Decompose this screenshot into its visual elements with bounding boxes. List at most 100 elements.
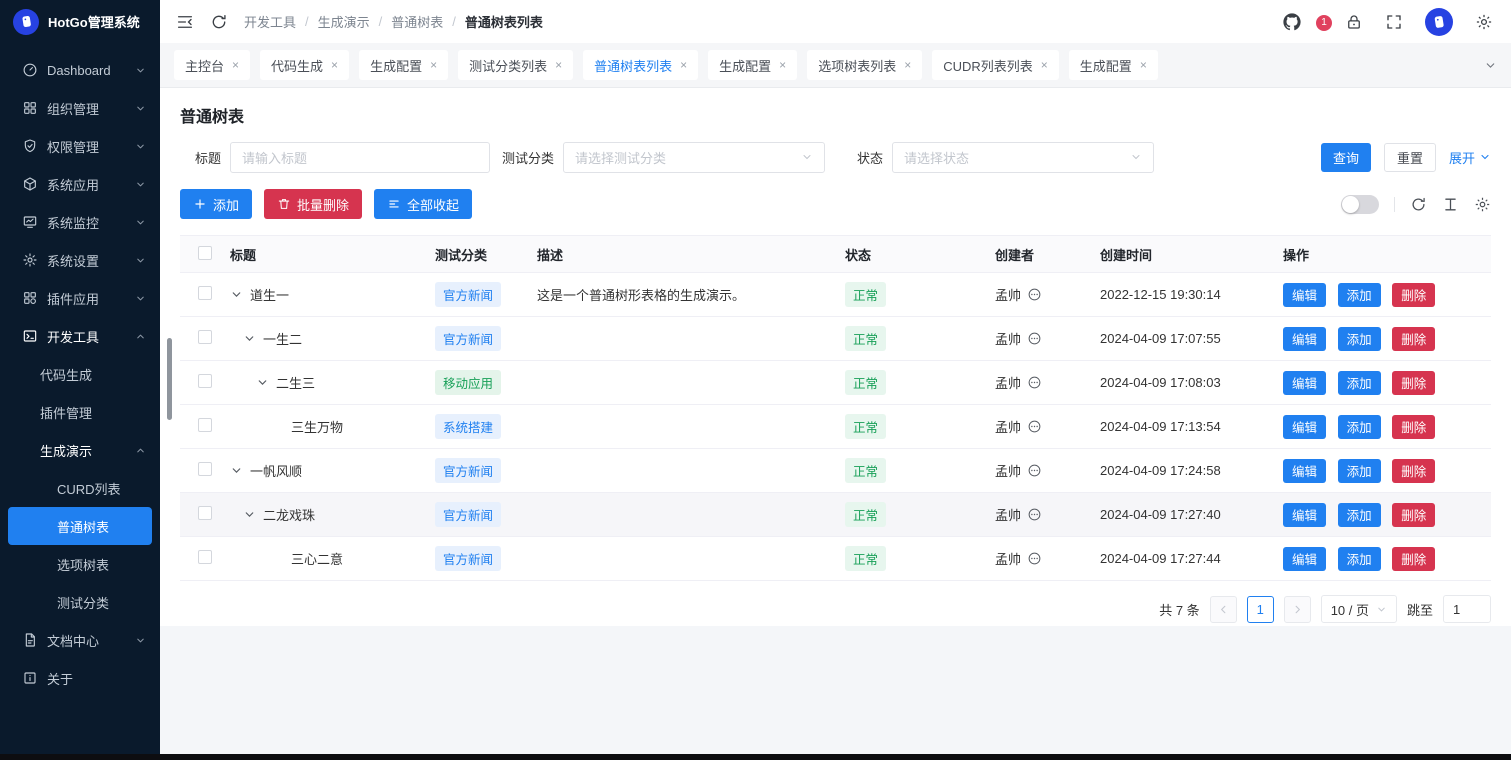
creator-info-icon[interactable] xyxy=(1027,507,1042,522)
sidebar-item-关于[interactable]: 关于 xyxy=(0,659,160,697)
menu-collapse-icon[interactable] xyxy=(176,13,194,31)
sidebar-item-测试分类[interactable]: 测试分类 xyxy=(0,583,160,621)
sidebar-item-Dashboard[interactable]: Dashboard xyxy=(0,51,160,89)
expand-chevron-icon[interactable] xyxy=(230,288,243,301)
column-settings-gear-icon[interactable] xyxy=(1474,196,1491,213)
category-filter-select[interactable]: 请选择测试分类 xyxy=(563,142,825,173)
user-avatar[interactable] xyxy=(1425,8,1453,36)
creator-info-icon[interactable] xyxy=(1027,331,1042,346)
expand-chevron-icon[interactable] xyxy=(243,508,256,521)
breadcrumb-item[interactable]: 普通树表 xyxy=(391,12,443,31)
row-checkbox[interactable] xyxy=(198,462,212,476)
fullscreen-icon[interactable] xyxy=(1385,13,1403,31)
expand-chevron-icon[interactable] xyxy=(243,332,256,345)
tab-close-icon[interactable]: × xyxy=(1041,58,1048,72)
row-add-button[interactable]: 添加 xyxy=(1338,547,1381,571)
delete-button[interactable]: 删除 xyxy=(1392,503,1435,527)
tab-close-icon[interactable]: × xyxy=(680,58,687,72)
row-add-button[interactable]: 添加 xyxy=(1338,459,1381,483)
creator-info-icon[interactable] xyxy=(1027,287,1042,302)
tab-生成配置[interactable]: 生成配置 × xyxy=(1069,50,1158,80)
row-add-button[interactable]: 添加 xyxy=(1338,503,1381,527)
row-checkbox[interactable] xyxy=(198,374,212,388)
tab-close-icon[interactable]: × xyxy=(331,58,338,72)
creator-info-icon[interactable] xyxy=(1027,375,1042,390)
delete-button[interactable]: 删除 xyxy=(1392,371,1435,395)
sidebar-item-系统应用[interactable]: 系统应用 xyxy=(0,165,160,203)
row-add-button[interactable]: 添加 xyxy=(1338,327,1381,351)
collapse-all-button[interactable]: 全部收起 xyxy=(374,189,472,219)
row-checkbox[interactable] xyxy=(198,550,212,564)
expand-chevron-icon[interactable] xyxy=(256,376,269,389)
edit-button[interactable]: 编辑 xyxy=(1283,371,1326,395)
category-tag[interactable]: 官方新闻 xyxy=(435,546,501,571)
tab-生成配置[interactable]: 生成配置 × xyxy=(708,50,797,80)
tabbar-chevron-down-icon[interactable] xyxy=(1484,59,1497,72)
reset-button[interactable]: 重置 xyxy=(1384,143,1436,172)
settings-gear-icon[interactable] xyxy=(1475,13,1493,31)
edit-button[interactable]: 编辑 xyxy=(1283,459,1326,483)
creator-info-icon[interactable] xyxy=(1027,463,1042,478)
breadcrumb-item[interactable]: 生成演示 xyxy=(318,12,370,31)
sidebar-item-文档中心[interactable]: 文档中心 xyxy=(0,621,160,659)
sidebar-item-CURD列表[interactable]: CURD列表 xyxy=(0,469,160,507)
breadcrumb-item[interactable]: 开发工具 xyxy=(244,12,296,31)
tab-生成配置[interactable]: 生成配置 × xyxy=(359,50,448,80)
reload-icon[interactable] xyxy=(210,13,228,31)
category-tag[interactable]: 官方新闻 xyxy=(435,458,501,483)
category-tag[interactable]: 系统搭建 xyxy=(435,414,501,439)
striped-toggle[interactable] xyxy=(1341,195,1379,214)
category-tag[interactable]: 移动应用 xyxy=(435,370,501,395)
lock-icon[interactable] xyxy=(1345,13,1363,31)
creator-info-icon[interactable] xyxy=(1027,551,1042,566)
tab-测试分类列表[interactable]: 测试分类列表 × xyxy=(458,50,573,80)
tab-普通树表列表[interactable]: 普通树表列表 × xyxy=(583,50,698,80)
page-number-button[interactable]: 1 xyxy=(1247,596,1274,623)
row-checkbox[interactable] xyxy=(198,418,212,432)
row-checkbox[interactable] xyxy=(198,506,212,520)
tab-close-icon[interactable]: × xyxy=(430,58,437,72)
sidebar-item-普通树表[interactable]: 普通树表 xyxy=(8,507,152,545)
batch-delete-button[interactable]: 批量删除 xyxy=(264,189,362,219)
sidebar-item-组织管理[interactable]: 组织管理 xyxy=(0,89,160,127)
next-page-button[interactable] xyxy=(1284,596,1311,623)
status-filter-select[interactable]: 请选择状态 xyxy=(892,142,1154,173)
sidebar-item-插件管理[interactable]: 插件管理 xyxy=(0,393,160,431)
delete-button[interactable]: 删除 xyxy=(1392,283,1435,307)
tab-选项树表列表[interactable]: 选项树表列表 × xyxy=(807,50,922,80)
sidebar-item-系统设置[interactable]: 系统设置 xyxy=(0,241,160,279)
jump-to-page-input[interactable]: 1 xyxy=(1443,595,1491,623)
add-button[interactable]: 添加 xyxy=(180,189,252,219)
edit-button[interactable]: 编辑 xyxy=(1283,503,1326,527)
tab-close-icon[interactable]: × xyxy=(232,58,239,72)
category-tag[interactable]: 官方新闻 xyxy=(435,326,501,351)
edit-button[interactable]: 编辑 xyxy=(1283,327,1326,351)
edit-button[interactable]: 编辑 xyxy=(1283,283,1326,307)
github-icon[interactable] xyxy=(1283,13,1301,31)
row-add-button[interactable]: 添加 xyxy=(1338,415,1381,439)
tab-close-icon[interactable]: × xyxy=(779,58,786,72)
row-density-icon[interactable] xyxy=(1442,196,1459,213)
row-checkbox[interactable] xyxy=(198,286,212,300)
tab-代码生成[interactable]: 代码生成 × xyxy=(260,50,349,80)
sidebar-item-系统监控[interactable]: 系统监控 xyxy=(0,203,160,241)
delete-button[interactable]: 删除 xyxy=(1392,547,1435,571)
row-add-button[interactable]: 添加 xyxy=(1338,371,1381,395)
sidebar-item-选项树表[interactable]: 选项树表 xyxy=(0,545,160,583)
prev-page-button[interactable] xyxy=(1210,596,1237,623)
tab-close-icon[interactable]: × xyxy=(1140,58,1147,72)
select-all-checkbox[interactable] xyxy=(198,246,212,260)
sidebar-item-开发工具[interactable]: 开发工具 xyxy=(0,317,160,355)
delete-button[interactable]: 删除 xyxy=(1392,327,1435,351)
title-filter-input[interactable]: 请输入标题 xyxy=(230,142,490,173)
sidebar-item-权限管理[interactable]: 权限管理 xyxy=(0,127,160,165)
app-logo[interactable]: HotGo管理系统 xyxy=(0,0,160,43)
expand-chevron-icon[interactable] xyxy=(230,464,243,477)
tab-close-icon[interactable]: × xyxy=(555,58,562,72)
expand-filters-link[interactable]: 展开 xyxy=(1449,148,1491,167)
edit-button[interactable]: 编辑 xyxy=(1283,415,1326,439)
category-tag[interactable]: 官方新闻 xyxy=(435,502,501,527)
row-checkbox[interactable] xyxy=(198,330,212,344)
sidebar-scrollbar-thumb[interactable] xyxy=(167,338,172,420)
search-button[interactable]: 查询 xyxy=(1321,143,1371,172)
